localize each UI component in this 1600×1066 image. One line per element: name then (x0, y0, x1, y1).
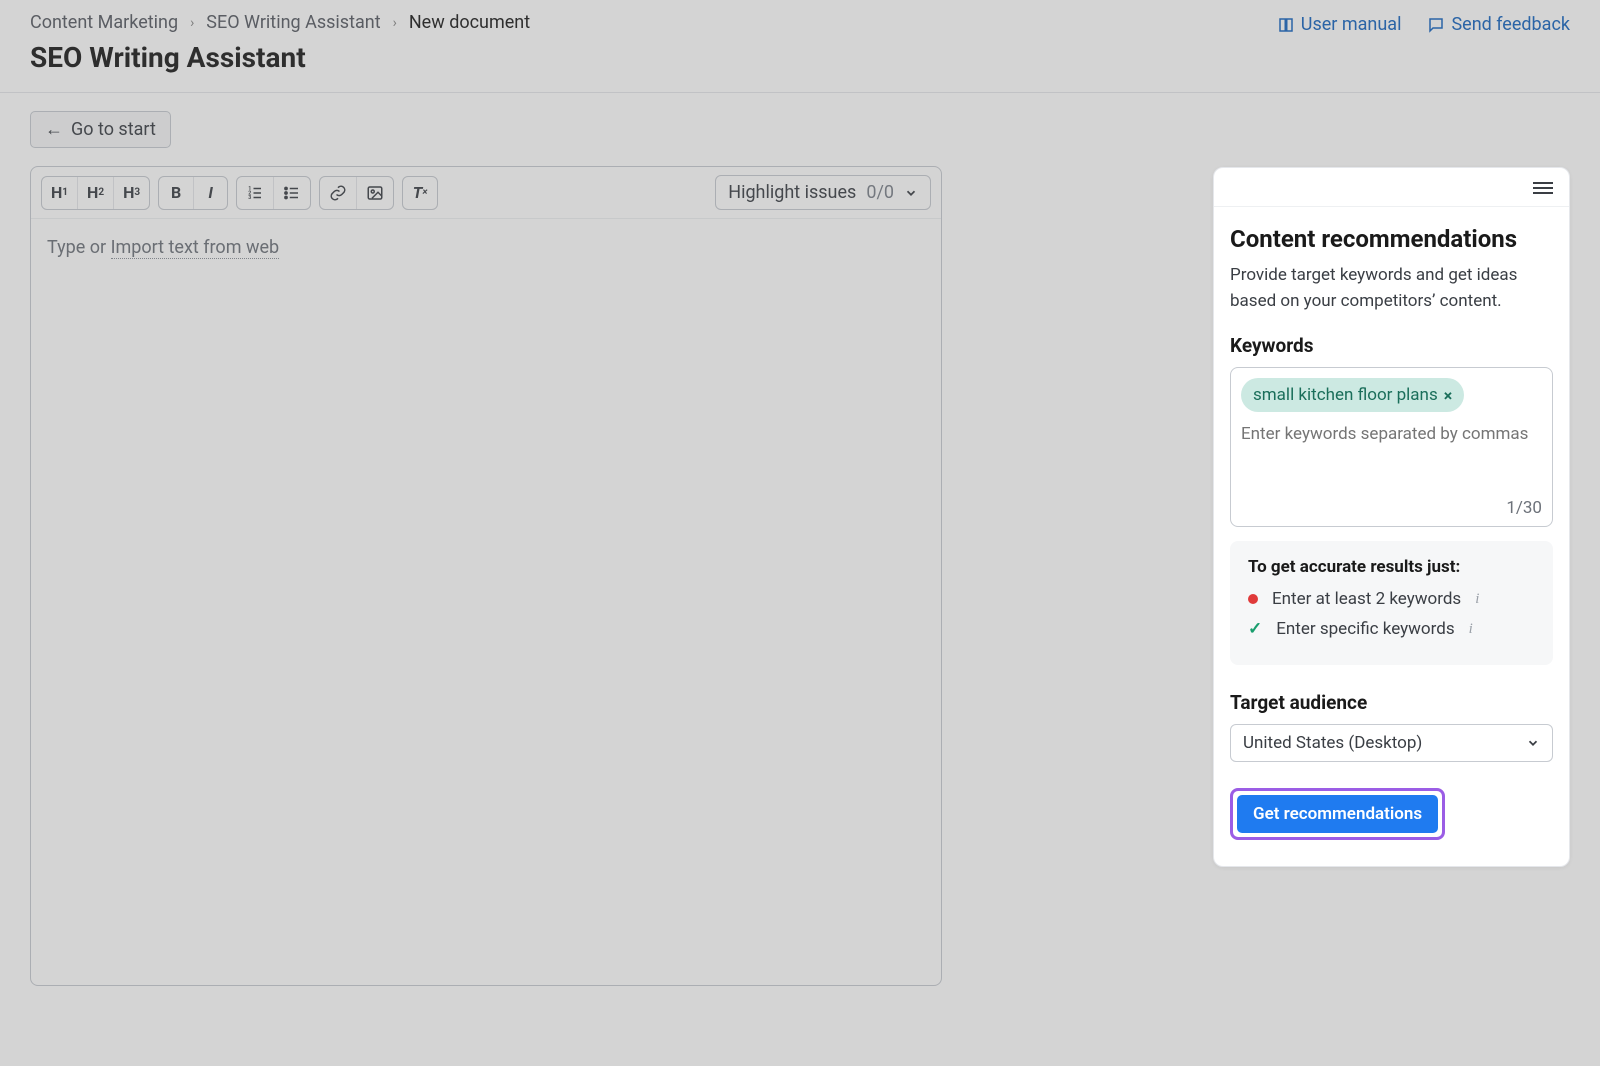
heading-group: H1 H2 H3 (41, 176, 150, 210)
go-to-start-button[interactable]: ← Go to start (30, 111, 171, 148)
chevron-down-icon (904, 186, 918, 200)
user-manual-label: User manual (1301, 14, 1402, 35)
keyword-tag: small kitchen floor plans × (1241, 378, 1464, 412)
user-manual-link[interactable]: User manual (1277, 14, 1402, 35)
page-header: Content Marketing › SEO Writing Assistan… (0, 0, 1600, 93)
highlight-issues-label: Highlight issues (728, 182, 856, 203)
keywords-input[interactable] (1241, 424, 1542, 444)
ordered-list-button[interactable]: 123 (237, 177, 273, 209)
arrow-left-icon: ← (45, 119, 63, 140)
send-feedback-label: Send feedback (1451, 14, 1570, 35)
target-audience-label: Target audience (1230, 691, 1553, 714)
book-icon (1277, 16, 1295, 34)
list-group: 123 (236, 176, 311, 210)
breadcrumb-item[interactable]: SEO Writing Assistant (206, 12, 380, 33)
tips-box: To get accurate results just: Enter at l… (1230, 541, 1553, 665)
tips-title: To get accurate results just: (1248, 557, 1535, 577)
keyword-tag-text: small kitchen floor plans (1253, 385, 1438, 405)
editor-body[interactable]: Type or Import text from web (31, 219, 941, 276)
tip-item: Enter at least 2 keywords i (1248, 589, 1535, 609)
keyword-count: 1/30 (1506, 498, 1542, 518)
editor-container: H1 H2 H3 B I 123 (30, 166, 942, 986)
clear-group: T× (402, 176, 438, 210)
highlight-issues-count: 0/0 (866, 182, 894, 203)
chevron-right-icon: › (190, 15, 194, 31)
remove-keyword-icon[interactable]: × (1444, 386, 1453, 405)
info-icon[interactable]: i (1469, 621, 1473, 638)
menu-icon[interactable] (1533, 182, 1553, 194)
target-audience-select[interactable]: United States (Desktop) (1230, 724, 1553, 762)
panel-description: Provide target keywords and get ideas ba… (1230, 263, 1553, 314)
tip-item: ✓ Enter specific keywords i (1248, 619, 1535, 639)
comment-icon (1427, 16, 1445, 34)
insert-group (319, 176, 394, 210)
tip-text: Enter at least 2 keywords (1272, 589, 1461, 609)
header-links: User manual Send feedback (1277, 14, 1570, 35)
import-text-link[interactable]: Import text from web (111, 237, 280, 259)
keywords-label: Keywords (1230, 334, 1553, 357)
chevron-right-icon: › (393, 15, 397, 31)
breadcrumb-item[interactable]: Content Marketing (30, 12, 178, 33)
bullet-warning-icon (1248, 594, 1258, 604)
format-group: B I (158, 176, 228, 210)
tip-text: Enter specific keywords (1276, 619, 1454, 639)
page-title: SEO Writing Assistant (30, 41, 1570, 74)
chevron-down-icon (1526, 736, 1540, 750)
info-icon[interactable]: i (1475, 591, 1479, 608)
editor-toolbar: H1 H2 H3 B I 123 (31, 167, 941, 219)
unordered-list-button[interactable] (273, 177, 310, 209)
panel-title: Content recommendations (1230, 225, 1553, 253)
svg-text:3: 3 (248, 195, 251, 201)
keywords-input-box[interactable]: small kitchen floor plans × 1/30 (1230, 367, 1553, 527)
audience-value: United States (Desktop) (1243, 733, 1422, 753)
clear-format-button[interactable]: T× (403, 177, 437, 209)
recommendations-panel: Content recommendations Provide target k… (1213, 167, 1570, 867)
get-recommendations-button[interactable]: Get recommendations (1237, 795, 1438, 833)
breadcrumb-item-current: New document (409, 12, 530, 33)
h3-button[interactable]: H3 (113, 177, 149, 209)
check-icon: ✓ (1248, 619, 1262, 639)
cta-highlight-box: Get recommendations (1230, 788, 1445, 840)
editor-placeholder-text: Type or (47, 237, 111, 258)
link-button[interactable] (320, 177, 356, 209)
go-to-start-label: Go to start (71, 119, 156, 140)
image-button[interactable] (356, 177, 393, 209)
highlight-issues-dropdown[interactable]: Highlight issues 0/0 (715, 175, 931, 210)
bold-button[interactable]: B (159, 177, 193, 209)
h2-button[interactable]: H2 (77, 177, 113, 209)
h1-button[interactable]: H1 (42, 177, 77, 209)
send-feedback-link[interactable]: Send feedback (1427, 14, 1570, 35)
italic-button[interactable]: I (193, 177, 227, 209)
